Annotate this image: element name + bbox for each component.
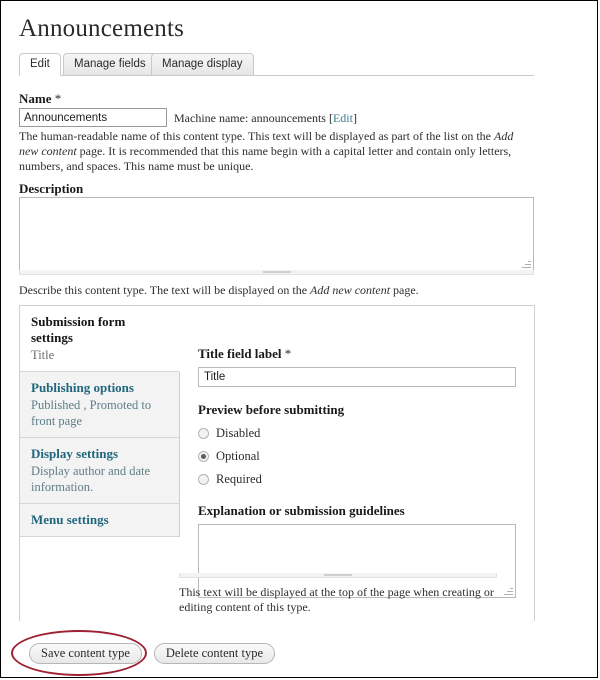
- radio-optional-icon[interactable]: [198, 451, 209, 462]
- description-help-text: Describe this content type. The text wil…: [19, 283, 535, 298]
- vtab-summary: Display author and date information.: [31, 464, 151, 494]
- radio-disabled-icon[interactable]: [198, 428, 209, 439]
- vtab-summary: Title: [31, 348, 55, 362]
- tab-edit[interactable]: Edit: [19, 53, 61, 76]
- title-field-input[interactable]: [198, 367, 516, 387]
- description-help-part2: page.: [390, 283, 419, 297]
- radio-option-disabled[interactable]: Disabled: [198, 426, 528, 441]
- explanation-heading: Explanation or submission guidelines: [198, 503, 405, 518]
- vtab-submission-form-settings[interactable]: Submission form settings Title: [20, 306, 180, 372]
- page-title: Announcements: [19, 15, 185, 42]
- description-help-part1: Describe this content type. The text wil…: [19, 283, 311, 297]
- vtab-title: Menu settings: [31, 512, 109, 527]
- resize-grip-icon[interactable]: [521, 258, 532, 269]
- name-help-part1: The human-readable name of this content …: [19, 129, 494, 143]
- vertical-tabs-list: Submission form settings Title Publishin…: [20, 306, 180, 537]
- title-field-required-marker: *: [284, 346, 292, 361]
- vtab-menu-settings[interactable]: Menu settings: [20, 504, 179, 537]
- vtab-publishing-options[interactable]: Publishing options Published , Promoted …: [20, 372, 179, 438]
- explanation-help-text: This text will be displayed at the top o…: [179, 585, 494, 614]
- name-input[interactable]: [19, 108, 167, 127]
- machine-name-edit-link[interactable]: Edit: [333, 111, 353, 125]
- name-help-part2: page. It is recommended that this name b…: [19, 144, 512, 173]
- name-help-text: The human-readable name of this content …: [19, 129, 535, 174]
- radio-disabled-label: Disabled: [216, 426, 261, 440]
- description-textarea-wrapper: [19, 197, 534, 271]
- radio-required-label: Required: [216, 472, 262, 486]
- tab-manage-display[interactable]: Manage display: [151, 53, 254, 75]
- save-content-type-button[interactable]: Save content type: [29, 643, 142, 664]
- radio-required-icon[interactable]: [198, 474, 209, 485]
- vtab-title: Publishing options: [31, 380, 134, 395]
- radio-option-required[interactable]: Required: [198, 472, 528, 487]
- title-field-label-text: Title field label: [198, 346, 282, 361]
- description-label: Description: [19, 181, 84, 196]
- radio-optional-label: Optional: [216, 449, 260, 463]
- tab-manage-fields[interactable]: Manage fields: [63, 53, 157, 75]
- machine-name-text: Machine name: announcements [: [174, 111, 333, 125]
- vtab-display-settings[interactable]: Display settings Display author and date…: [20, 438, 179, 504]
- vtab-title: Submission form settings: [31, 314, 126, 345]
- description-help-emphasis: Add new content: [310, 283, 391, 297]
- primary-tabs: Edit Manage fields Manage display: [19, 53, 534, 76]
- name-required-marker: *: [54, 91, 62, 106]
- vtab-summary: Published , Promoted to front page: [31, 398, 152, 428]
- vtab-title: Display settings: [31, 446, 119, 461]
- description-textarea[interactable]: [20, 198, 533, 270]
- submission-form-settings-pane: Title field label * Preview before submi…: [198, 346, 528, 598]
- machine-name: Machine name: announcements [Edit]: [174, 111, 357, 126]
- resize-grip-icon[interactable]: [503, 585, 514, 596]
- title-field-label: Title field label *: [198, 346, 528, 362]
- form-actions: Save content type Delete content type: [29, 643, 276, 664]
- preview-before-submitting-heading: Preview before submitting: [198, 402, 345, 417]
- page-root: Announcements Edit Manage fields Manage …: [0, 0, 598, 678]
- name-label-text: Name: [19, 91, 52, 106]
- name-label: Name *: [19, 91, 61, 107]
- explanation-drag-handle[interactable]: [179, 573, 497, 578]
- delete-content-type-button[interactable]: Delete content type: [153, 643, 276, 664]
- description-drag-handle[interactable]: [19, 270, 534, 275]
- radio-option-optional[interactable]: Optional: [198, 449, 528, 464]
- machine-name-suffix: ]: [352, 111, 357, 125]
